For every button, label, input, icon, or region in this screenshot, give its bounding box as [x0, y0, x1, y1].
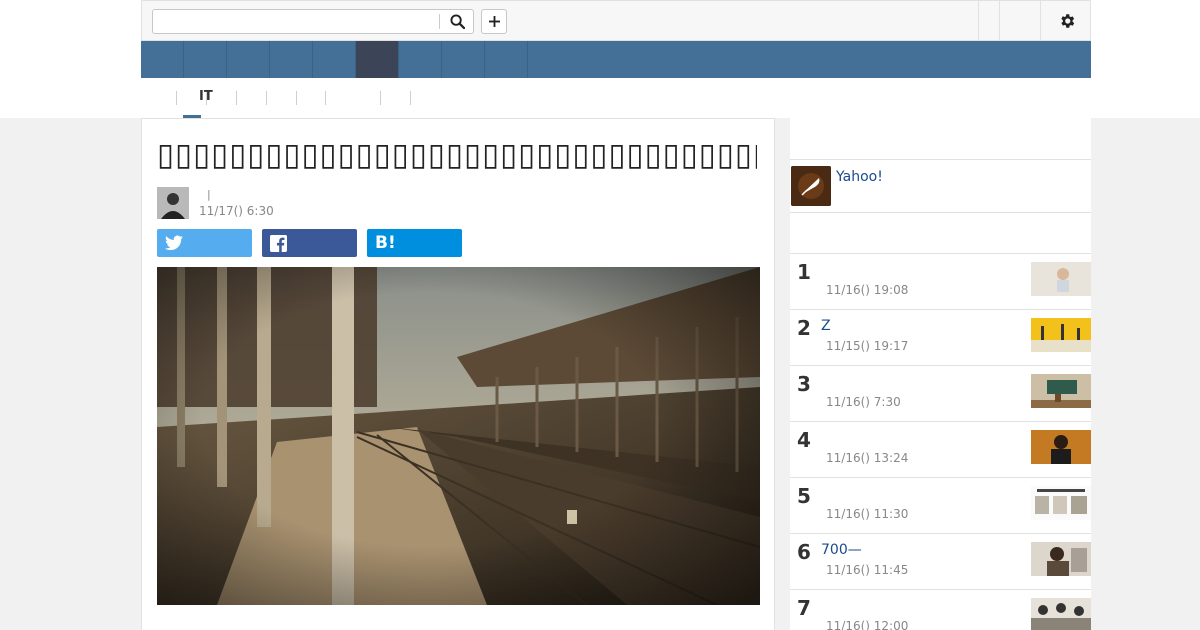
subnav-tab-it[interactable]: [325, 91, 380, 105]
train-platform-photo: [157, 267, 760, 605]
ranking-item[interactable]: 7 11/16() 12:00: [790, 589, 1091, 630]
article-title: ▯▯▯▯▯▯▯▯▯▯▯▯▯▯▯▯▯▯▯▯▯▯▯▯▯▯▯▯▯▯▯▯▯▯▯▯▯▯▯▯…: [157, 137, 757, 173]
subnav-tab[interactable]: [236, 91, 266, 105]
byline-separator: |: [207, 188, 211, 201]
yahoo-link[interactable]: Yahoo!: [836, 169, 883, 185]
sidebar: Yahoo! 1 11/16() 19:08 2 Z 11/15() 19:17…: [790, 118, 1091, 630]
nav-item[interactable]: [184, 41, 227, 78]
header-divider: [999, 1, 1000, 40]
thumbnail-image: [1031, 318, 1091, 352]
add-button[interactable]: [481, 9, 507, 34]
facebook-icon: [270, 235, 287, 252]
ranking-item[interactable]: 1 11/16() 19:08: [790, 253, 1091, 309]
sub-nav: [141, 78, 1091, 118]
thumbnail-image: [1031, 598, 1091, 630]
subnav-tab[interactable]: [266, 91, 296, 105]
thumbnail-image: [1031, 486, 1091, 520]
ranking-item[interactable]: 2 Z 11/15() 19:17: [790, 309, 1091, 365]
ranking-item[interactable]: 5 11/16() 11:30: [790, 477, 1091, 533]
share-hatena-button[interactable]: B!: [367, 229, 462, 257]
hatena-bookmark-icon: B!: [375, 233, 396, 253]
ranking-item[interactable]: 3 11/16() 7:30: [790, 365, 1091, 421]
article-date: 11/17() 6:30: [199, 204, 274, 218]
author-avatar[interactable]: [157, 187, 189, 219]
sidebar-divider: [790, 212, 1091, 213]
ranking-item[interactable]: 6 700— 11/16() 11:45: [790, 533, 1091, 589]
search-icon: [450, 14, 465, 29]
nav-item[interactable]: [313, 41, 356, 78]
nav-item[interactable]: [399, 41, 442, 78]
rank-number: 7: [797, 596, 811, 620]
rank-thumbnail[interactable]: [1031, 374, 1091, 408]
nav-item[interactable]: [141, 41, 184, 78]
rank-time: 11/16() 11:45: [826, 563, 908, 577]
thumbnail-image: [1031, 374, 1091, 408]
article-hero-image: [157, 267, 760, 605]
article-card: ▯▯▯▯▯▯▯▯▯▯▯▯▯▯▯▯▯▯▯▯▯▯▯▯▯▯▯▯▯▯▯▯▯▯▯▯▯▯▯▯…: [141, 118, 775, 630]
rank-thumbnail[interactable]: [1031, 430, 1091, 464]
rank-number: 5: [797, 484, 811, 508]
nav-item[interactable]: [485, 41, 528, 78]
nav-item-active[interactable]: [356, 41, 399, 78]
thumbnail-image: [1031, 430, 1091, 464]
sidebar-divider: [790, 159, 1091, 160]
rank-time: 11/16() 19:08: [826, 283, 908, 297]
rank-time: 11/16() 12:00: [826, 619, 908, 630]
nav-item[interactable]: [442, 41, 485, 78]
category-nav: [141, 41, 1091, 78]
settings-button[interactable]: [1056, 10, 1078, 32]
rank-time: 11/16() 11:30: [826, 507, 908, 521]
share-facebook-button[interactable]: [262, 229, 357, 257]
author-photo: [157, 187, 189, 219]
rank-thumbnail[interactable]: [1031, 262, 1091, 296]
search-button[interactable]: [445, 12, 469, 31]
share-twitter-button[interactable]: [157, 229, 252, 257]
rank-time: 11/16() 7:30: [826, 395, 901, 409]
rank-thumbnail[interactable]: [1031, 486, 1091, 520]
thumbnail-image: [1031, 262, 1091, 296]
rank-number: 6: [797, 540, 811, 564]
search-box: [152, 9, 474, 34]
rank-thumbnail[interactable]: [1031, 542, 1091, 576]
rank-thumbnail[interactable]: [1031, 318, 1091, 352]
rank-title[interactable]: 700—: [821, 542, 862, 558]
rank-number: 2: [797, 316, 811, 340]
search-input[interactable]: [153, 10, 439, 33]
subnav-tab-label[interactable]: IT: [199, 89, 213, 104]
rank-time: 11/15() 19:17: [826, 339, 908, 353]
subnav-tab[interactable]: [380, 91, 410, 105]
yahoo-news-icon[interactable]: [791, 166, 831, 206]
ranking-item[interactable]: 4 11/16() 13:24: [790, 421, 1091, 477]
thumbnail-image: [1031, 542, 1091, 576]
quill-icon: [791, 166, 831, 206]
nav-item[interactable]: [270, 41, 313, 78]
search-divider: [439, 14, 440, 29]
header-divider: [978, 1, 979, 40]
rank-time: 11/16() 13:24: [826, 451, 908, 465]
header-divider: [1040, 1, 1041, 40]
rank-number: 1: [797, 260, 811, 284]
header-bar: [141, 0, 1091, 41]
rank-number: 4: [797, 428, 811, 452]
subnav-tab[interactable]: [296, 91, 325, 105]
rank-number: 3: [797, 372, 811, 396]
nav-item[interactable]: [227, 41, 270, 78]
rank-thumbnail[interactable]: [1031, 598, 1091, 630]
rank-title[interactable]: Z: [821, 318, 831, 334]
twitter-icon: [165, 235, 183, 251]
subnav-tab[interactable]: [410, 91, 411, 105]
plus-icon: [489, 16, 500, 27]
gear-icon: [1058, 12, 1076, 30]
